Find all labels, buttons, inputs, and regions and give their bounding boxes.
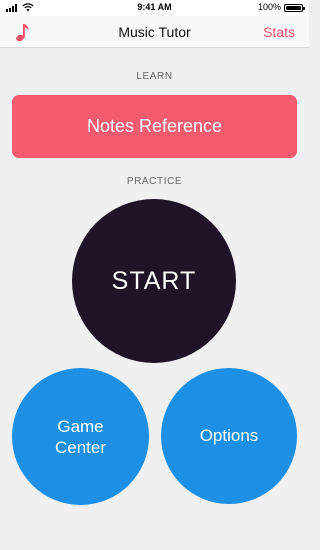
start-label: START (111, 266, 197, 295)
start-button[interactable]: START (72, 199, 236, 363)
learn-section-label: LEARN (136, 71, 173, 82)
game-center-label: Game Center (54, 416, 107, 457)
battery-percentage: 100% (257, 2, 281, 12)
battery-icon (284, 4, 305, 12)
notes-reference-label: Notes Reference (86, 116, 223, 136)
notes-reference-button[interactable]: Notes Reference (12, 95, 297, 158)
stats-button[interactable]: Stats (263, 24, 295, 40)
game-center-button[interactable]: Game Center (12, 368, 149, 505)
status-bar: 9:41 AM 100% (0, 0, 309, 16)
practice-section-label: PRACTICE (126, 176, 183, 187)
app-screen: 9:41 AM 100% Music Tutor Stats LEARN Not… (0, 0, 309, 550)
options-label: Options (199, 426, 259, 445)
navigation-bar: Music Tutor Stats (0, 16, 309, 48)
options-button[interactable]: Options (161, 368, 297, 504)
